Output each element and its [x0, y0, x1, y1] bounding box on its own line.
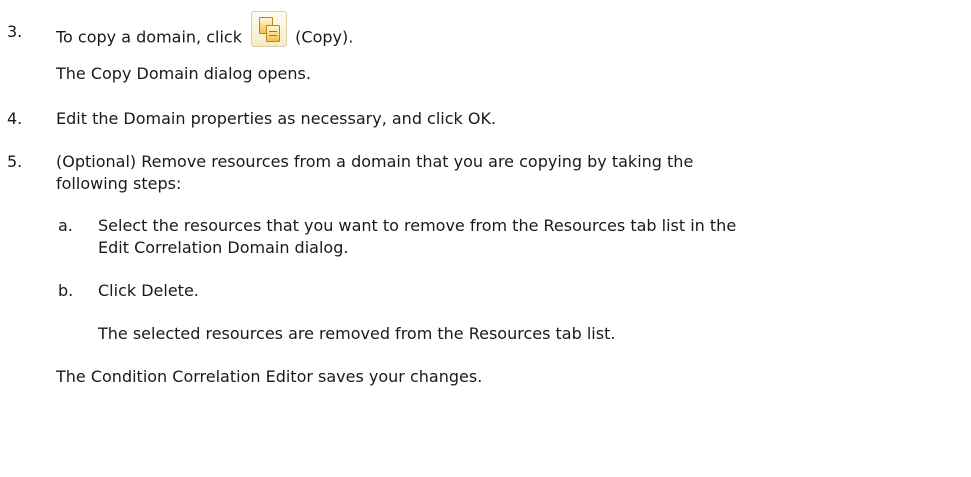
conclusion-text: The Condition Correlation Editor saves y…	[56, 367, 483, 386]
substep-letter-b: b.	[58, 281, 74, 300]
substep-a-text-line-2: Edit Correlation Domain dialog.	[98, 238, 349, 257]
step-3-text-after-icon: (Copy).	[295, 27, 354, 47]
step-3-text-before-icon: To copy a domain, click	[56, 27, 242, 47]
step-5-text-line-2: following steps:	[56, 174, 182, 193]
step-3-result: The Copy Domain dialog opens.	[56, 64, 311, 83]
substep-letter-a: a.	[58, 216, 73, 235]
step-3-text: To copy a domain, click (Copy).	[56, 11, 354, 56]
step-number-4: 4.	[7, 109, 23, 128]
step-number-5: 5.	[7, 152, 23, 171]
copy-icon-front-sheet	[266, 25, 281, 42]
substep-a-text-line-1: Select the resources that you want to re…	[98, 216, 737, 235]
step-number-3: 3.	[7, 22, 23, 41]
substep-b-result: The selected resources are removed from …	[98, 324, 616, 343]
step-4-text: Edit the Domain properties as necessary,…	[56, 109, 497, 128]
substep-b-text: Click Delete.	[98, 281, 199, 300]
copy-icon	[251, 11, 288, 47]
step-5-text-line-1: (Optional) Remove resources from a domai…	[56, 152, 694, 171]
